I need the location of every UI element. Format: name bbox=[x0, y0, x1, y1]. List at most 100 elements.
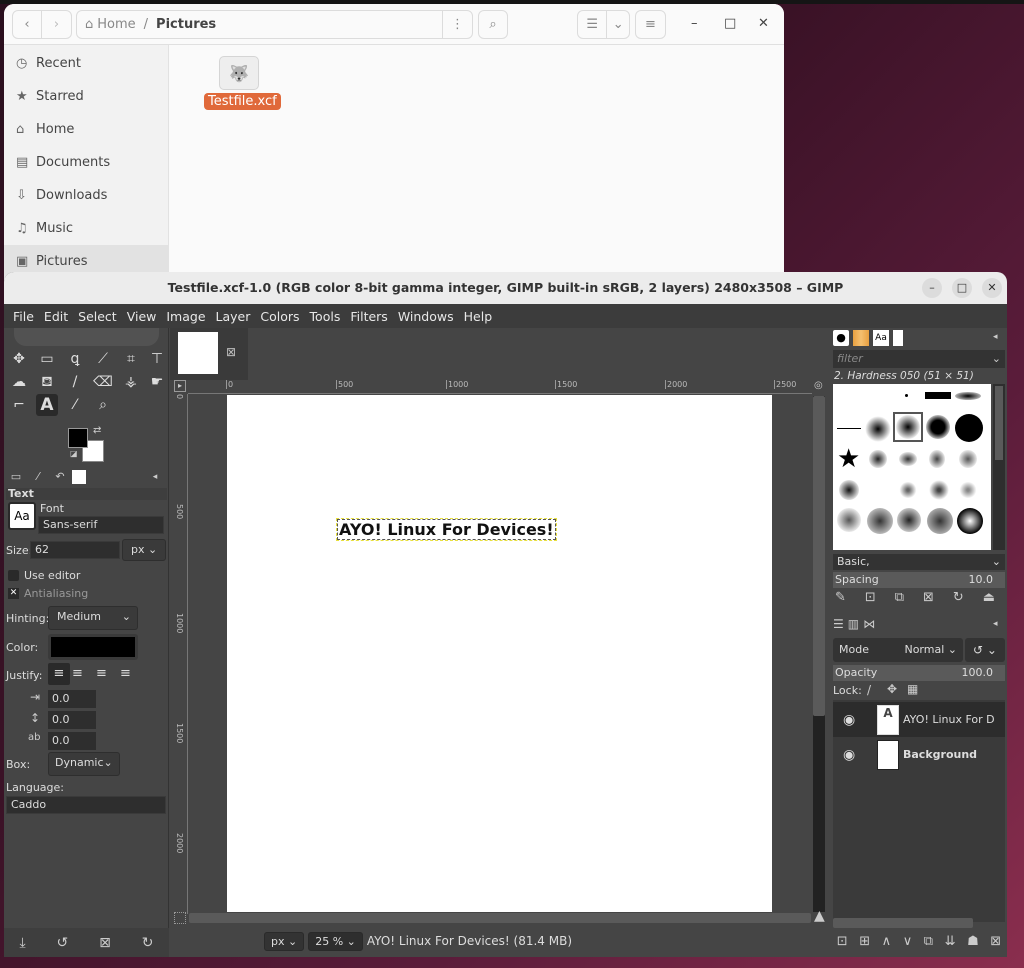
warp-tool-icon[interactable]: ☁ bbox=[8, 371, 30, 393]
brush-item[interactable] bbox=[959, 450, 977, 468]
star-brush-icon[interactable]: ★ bbox=[837, 444, 860, 474]
minimize-button[interactable]: – bbox=[922, 278, 942, 298]
zoom-lock-icon[interactable]: ◎ bbox=[814, 380, 823, 391]
layers-tab-icon[interactable]: ☰ bbox=[833, 617, 844, 631]
spacing-slider[interactable]: Spacing 10.0 bbox=[833, 572, 1005, 588]
list-view-icon[interactable]: ☰ bbox=[578, 11, 608, 38]
hinting-dropdown[interactable]: Medium ⌄ bbox=[48, 606, 138, 630]
menu-edit[interactable]: Edit bbox=[39, 309, 73, 324]
new-layer-icon[interactable]: ⊡ bbox=[837, 934, 848, 949]
menu-layer[interactable]: Layer bbox=[211, 309, 256, 324]
maximize-button[interactable]: □ bbox=[724, 16, 736, 31]
sidebar-item-music[interactable]: ♫ Music bbox=[4, 212, 168, 245]
documents-tab-icon[interactable] bbox=[893, 330, 903, 346]
fonts-tab-icon[interactable]: Aa bbox=[873, 330, 889, 346]
menu-file[interactable]: File bbox=[8, 309, 39, 324]
menu-button[interactable]: ≡ bbox=[635, 10, 666, 39]
sidebar-item-starred[interactable]: ★ Starred bbox=[4, 80, 168, 113]
configure-tab-icon[interactable]: ◂ bbox=[993, 619, 998, 629]
brush-item[interactable] bbox=[869, 450, 887, 468]
device-status-tab-icon[interactable]: ⁄ bbox=[28, 468, 48, 486]
letter-spacing-input[interactable]: 0.0 bbox=[48, 732, 96, 750]
visibility-eye-icon[interactable]: ◉ bbox=[843, 747, 855, 763]
visibility-eye-icon[interactable]: ◉ bbox=[843, 712, 855, 728]
menu-tools[interactable]: Tools bbox=[305, 309, 346, 324]
canvas-viewport[interactable]: AYO! Linux For Devices! bbox=[189, 395, 811, 912]
maximize-button[interactable]: □ bbox=[952, 278, 972, 298]
tool-options-tab-icon[interactable]: ▭ bbox=[6, 468, 26, 486]
brush-item[interactable] bbox=[905, 394, 908, 397]
brush-item[interactable] bbox=[867, 508, 893, 534]
search-button[interactable]: ⌕ bbox=[478, 10, 508, 39]
transform-tool-icon[interactable]: ⊤ bbox=[146, 348, 168, 370]
brush-item[interactable] bbox=[927, 508, 953, 534]
brush-item[interactable] bbox=[955, 392, 981, 400]
color-picker-tool-icon[interactable]: ⁄ bbox=[64, 394, 86, 416]
layer-row[interactable]: ◉ Background bbox=[833, 737, 1005, 772]
swap-colors-icon[interactable]: ⇄ bbox=[93, 425, 101, 436]
lock-position-icon[interactable]: ✥ bbox=[887, 682, 897, 696]
brush-item[interactable] bbox=[899, 452, 917, 466]
line-spacing-input[interactable]: 0.0 bbox=[48, 711, 96, 729]
brush-item[interactable] bbox=[925, 392, 951, 399]
images-tab-icon[interactable] bbox=[72, 470, 86, 484]
undo-history-tab-icon[interactable]: ↶ bbox=[50, 468, 70, 486]
brush-scrollbar[interactable] bbox=[993, 384, 1005, 550]
minimize-button[interactable]: – bbox=[691, 16, 698, 31]
brush-item[interactable] bbox=[955, 414, 983, 442]
brush-item[interactable] bbox=[837, 428, 861, 429]
antialiasing-checkbox[interactable]: ✕ bbox=[8, 588, 19, 599]
gimp-file-icon[interactable]: 🐺 bbox=[219, 56, 259, 90]
duplicate-brush-icon[interactable]: ⧉ bbox=[895, 590, 904, 610]
sidebar-item-downloads[interactable]: ⇩ Downloads bbox=[4, 179, 168, 212]
menu-filters[interactable]: Filters bbox=[345, 309, 392, 324]
patterns-tab-icon[interactable] bbox=[853, 330, 869, 346]
navigate-icon[interactable] bbox=[174, 912, 186, 924]
language-input[interactable]: Caddo bbox=[6, 796, 166, 814]
image-tab[interactable]: ⊠ bbox=[170, 328, 248, 380]
paths-tab-icon[interactable]: ⋈ bbox=[863, 617, 875, 631]
lock-alpha-icon[interactable]: ▦ bbox=[907, 682, 918, 696]
justify-center-icon[interactable]: ≡ bbox=[96, 663, 107, 685]
brush-filter-input[interactable]: filter ⌄ bbox=[833, 350, 1005, 368]
default-colors-icon[interactable]: ◪ bbox=[70, 449, 78, 458]
delete-brush-icon[interactable]: ⊠ bbox=[923, 590, 934, 610]
scrollbar-thumb[interactable] bbox=[813, 396, 825, 716]
unit-dropdown[interactable]: px ⌄ bbox=[264, 931, 305, 951]
quick-mask-menu-icon[interactable]: ▸ bbox=[174, 380, 186, 392]
chevron-down-icon[interactable]: ⌄ bbox=[607, 11, 629, 38]
brush-item[interactable] bbox=[837, 508, 861, 532]
menu-view[interactable]: View bbox=[122, 309, 162, 324]
lasso-tool-icon[interactable]: ꝗ bbox=[64, 348, 86, 370]
rect-select-tool-icon[interactable]: ▭ bbox=[36, 348, 58, 370]
brushes-tab-icon[interactable]: ● bbox=[833, 330, 849, 346]
brush-item[interactable] bbox=[896, 415, 920, 439]
merge-layer-icon[interactable]: ⇊ bbox=[945, 934, 956, 949]
open-brush-icon[interactable]: ⏏ bbox=[983, 590, 995, 610]
menu-colors[interactable]: Colors bbox=[255, 309, 304, 324]
breadcrumb-current[interactable]: Pictures bbox=[156, 17, 216, 32]
brush-item[interactable] bbox=[929, 450, 945, 468]
box-dropdown[interactable]: Dynamic⌄ bbox=[48, 752, 120, 776]
brush-item[interactable] bbox=[959, 482, 977, 498]
delete-layer-icon[interactable]: ⊠ bbox=[990, 934, 1001, 949]
file-name-label[interactable]: Testfile.xcf bbox=[204, 93, 281, 110]
layer-mask-icon[interactable]: ☗ bbox=[967, 934, 979, 949]
smudge-tool-icon[interactable]: ☛ bbox=[146, 371, 168, 393]
scrollbar-thumb[interactable] bbox=[995, 386, 1003, 460]
layer-mode-dropdown[interactable]: Mode Normal ⌄ bbox=[833, 638, 963, 662]
channels-tab-icon[interactable]: ▥ bbox=[848, 617, 859, 631]
brush-item[interactable] bbox=[899, 482, 917, 498]
fuzzy-select-tool-icon[interactable]: ⟋ bbox=[92, 348, 114, 370]
font-preview-icon[interactable]: Aa bbox=[8, 502, 36, 530]
justify-right-icon[interactable]: ≡ bbox=[72, 663, 83, 685]
restore-options-icon[interactable]: ↺ bbox=[57, 935, 69, 951]
close-image-icon[interactable]: ⊠ bbox=[226, 345, 236, 359]
sidebar-item-home[interactable]: ⌂ Home bbox=[4, 113, 168, 146]
brush-preset-dropdown[interactable]: Basic, ⌄ bbox=[833, 554, 1005, 570]
brush-item[interactable] bbox=[929, 480, 949, 500]
new-layer-group-icon[interactable]: ⊞ bbox=[859, 934, 870, 949]
bucket-fill-tool-icon[interactable]: ⛾ bbox=[36, 371, 58, 393]
new-brush-icon[interactable]: ⊡ bbox=[865, 590, 876, 610]
menu-select[interactable]: Select bbox=[73, 309, 122, 324]
